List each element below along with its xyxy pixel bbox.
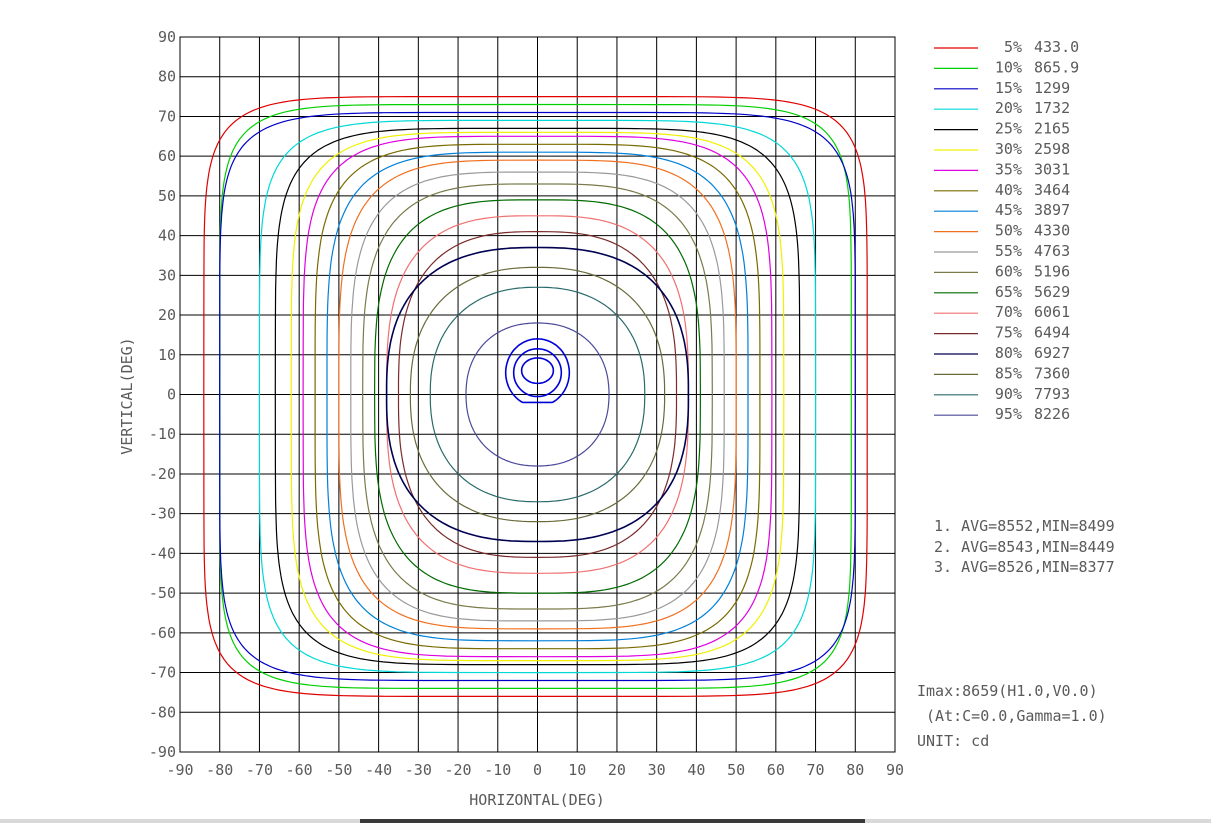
x-tick-label: 70 [807,761,825,779]
x-tick-label: 10 [568,761,586,779]
x-tick-label: -40 [365,761,392,779]
legend-percent: 65% [995,283,1022,301]
x-tick-label: 20 [608,761,626,779]
legend-value: 3897 [1034,201,1070,219]
y-tick-label: 80 [158,68,176,86]
legend-value: 5629 [1034,283,1070,301]
note-1: 1. AVG=8552,MIN=8499 [934,517,1115,535]
legend-value: 6927 [1034,344,1070,362]
legend-value: 6061 [1034,303,1070,321]
legend-percent: 40% [995,181,1022,199]
legend-value: 1732 [1034,99,1070,117]
y-tick-label: 50 [158,187,176,205]
legend-percent: 55% [995,242,1022,260]
x-tick-label: -70 [246,761,273,779]
legend-value: 865.9 [1034,58,1079,76]
legend-percent: 30% [995,140,1022,158]
legend-percent: 50% [995,222,1022,240]
legend-value: 7793 [1034,385,1070,403]
x-tick-label: -90 [166,761,193,779]
y-tick-label: 60 [158,147,176,165]
legend-percent: 60% [995,262,1022,280]
x-axis-label: HORIZONTAL(DEG) [469,791,604,809]
legend-value: 4330 [1034,222,1070,240]
legend-value: 4763 [1034,242,1070,260]
legend-percent: 5% [1004,38,1022,56]
x-tick-label: -50 [325,761,352,779]
x-tick-label: 50 [727,761,745,779]
x-tick-label: -20 [445,761,472,779]
note-2: 2. AVG=8543,MIN=8449 [934,538,1115,556]
legend-value: 2165 [1034,120,1070,138]
angle-label: (At:C=0.0,Gamma=1.0) [917,707,1107,725]
y-tick-label: 30 [158,266,176,284]
x-tick-label: 0 [533,761,542,779]
unit-label: UNIT: cd [917,732,989,750]
y-tick-label: 20 [158,306,176,324]
legend-value: 3031 [1034,160,1070,178]
legend-value: 2598 [1034,140,1070,158]
x-tick-label: 60 [767,761,785,779]
legend-value: 6494 [1034,324,1070,342]
x-tick-label: 30 [648,761,666,779]
info-block: Imax:8659(H1.0,V0.0) (At:C=0.0,Gamma=1.0… [917,682,1107,750]
x-tick-label: 90 [886,761,904,779]
legend-value: 8226 [1034,405,1070,423]
x-tick-label: -80 [206,761,233,779]
note-3: 3. AVG=8526,MIN=8377 [934,558,1115,576]
x-tick-label: -30 [405,761,432,779]
y-tick-label: -80 [149,703,176,721]
legend-value: 3464 [1034,181,1070,199]
legend: 5% 433.0 10% 865.9 15% 1299 20% 1732 25% 2165 30% 2… [934,38,1079,423]
legend-percent: 75% [995,324,1022,342]
bottom-edge-dark [360,819,865,823]
legend-percent: 10% [995,58,1022,76]
y-tick-label: 0 [167,386,176,404]
x-tick-label: -10 [484,761,511,779]
y-tick-label: -30 [149,505,176,523]
x-tick-labels: -90 -80 -70 -60 -50 -40 -30 -20 -10 0 10 20 30 40 50 60… [166,761,904,779]
y-tick-labels: 90 80 70 60 50 40 30 20 10 0 -10 -20 -30 -40 -50 -60 -70… [149,28,176,761]
y-tick-label: -40 [149,544,176,562]
imax-label: Imax:8659(H1.0,V0.0) [917,682,1098,700]
legend-percent: 20% [995,99,1022,117]
legend-percent: 25% [995,120,1022,138]
x-tick-label: 40 [687,761,705,779]
uniformity-notes: 1. AVG=8552,MIN=8499 2. AVG=8543,MIN=844… [934,517,1115,576]
legend-percent: 80% [995,344,1022,362]
y-tick-label: 10 [158,346,176,364]
legend-percent: 15% [995,79,1022,97]
y-tick-label: 70 [158,107,176,125]
legend-percent: 95% [995,405,1022,423]
legend-percent: 35% [995,160,1022,178]
y-axis-label: VERTICAL(DEG) [118,337,136,454]
legend-value: 433.0 [1034,38,1079,56]
legend-value: 1299 [1034,79,1070,97]
y-tick-label: -20 [149,465,176,483]
legend-percent: 45% [995,201,1022,219]
legend-value: 5196 [1034,262,1070,280]
y-tick-label: 90 [158,28,176,46]
x-tick-label: -60 [286,761,313,779]
y-tick-label: 40 [158,227,176,245]
isolux-contour-chart: 90 80 70 60 50 40 30 20 10 0 -10 -20 -30 -40 -50 -60 -70… [118,28,1115,809]
y-tick-label: -10 [149,425,176,443]
x-tick-label: 80 [846,761,864,779]
legend-percent: 90% [995,385,1022,403]
y-tick-label: -90 [149,743,176,761]
legend-value: 7360 [1034,364,1070,382]
legend-percent: 85% [995,364,1022,382]
y-tick-label: -60 [149,624,176,642]
legend-percent: 70% [995,303,1022,321]
y-tick-label: -70 [149,664,176,682]
y-tick-label: -50 [149,584,176,602]
